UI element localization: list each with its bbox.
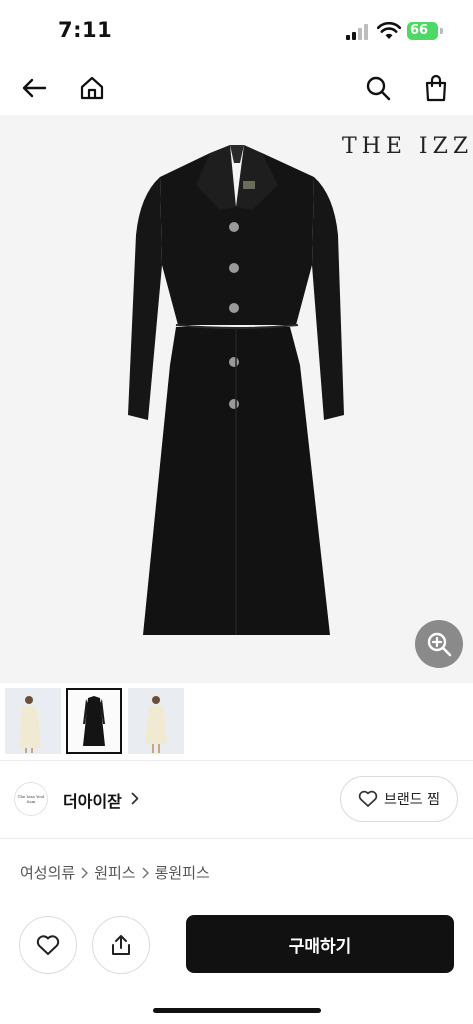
home-icon [80,76,104,100]
divider [0,838,473,839]
search-button[interactable] [360,70,396,106]
image-brand-watermark: THE IZZA [342,134,473,159]
product-image[interactable] [0,115,473,683]
thumbnail-strip [0,686,473,756]
brand-like-button[interactable]: 브랜드 찜 [340,776,458,822]
zoom-in-icon [427,632,452,657]
heart-icon [36,935,60,955]
divider [0,760,473,761]
buy-button[interactable]: 구매하기 [186,915,454,973]
breadcrumb-item[interactable]: 롱원피스 [155,862,210,883]
breadcrumb: 여성의류 원피스 롱원피스 [20,862,210,883]
nav-bar [0,62,473,114]
thumb-black-dress[interactable] [66,688,122,754]
back-arrow-icon [22,78,47,98]
wifi-icon [377,22,401,39]
breadcrumb-item[interactable]: 원피스 [94,862,135,883]
back-button[interactable] [16,70,52,106]
zoom-button[interactable] [415,620,463,668]
brand-logo-text: The Izza Yeol Sam [17,794,45,804]
home-button[interactable] [74,70,110,106]
battery-icon: 66 [407,22,443,40]
thumb-ivory-front[interactable] [5,688,61,754]
share-icon [112,935,130,955]
status-time: 7:11 [58,18,113,42]
home-indicator [153,1008,321,1013]
chevron-right-icon[interactable] [131,792,139,805]
status-bar: 7:11 66 [0,0,473,60]
wishlist-button[interactable] [19,916,77,974]
brand-name-link[interactable]: 더아이잗 [63,788,122,812]
thumb-ivory-side[interactable] [128,688,184,754]
shopping-bag-icon [425,74,447,102]
chevron-right-icon [142,866,149,879]
dress-image [128,145,344,635]
search-icon [366,76,391,101]
chevron-right-icon [81,866,89,879]
heart-icon [358,790,378,807]
brand-row: The Izza Yeol Sam 더아이잗 브랜드 찜 [0,770,473,830]
brand-logo[interactable]: The Izza Yeol Sam [14,782,48,816]
bottom-action-bar: 구매하기 [0,904,473,1024]
cart-button[interactable] [418,70,454,106]
battery-level: 66 [407,22,438,40]
signal-icon [346,24,368,40]
breadcrumb-item[interactable]: 여성의류 [20,862,75,883]
share-button[interactable] [92,916,150,974]
brand-like-label: 브랜드 찜 [384,792,440,808]
